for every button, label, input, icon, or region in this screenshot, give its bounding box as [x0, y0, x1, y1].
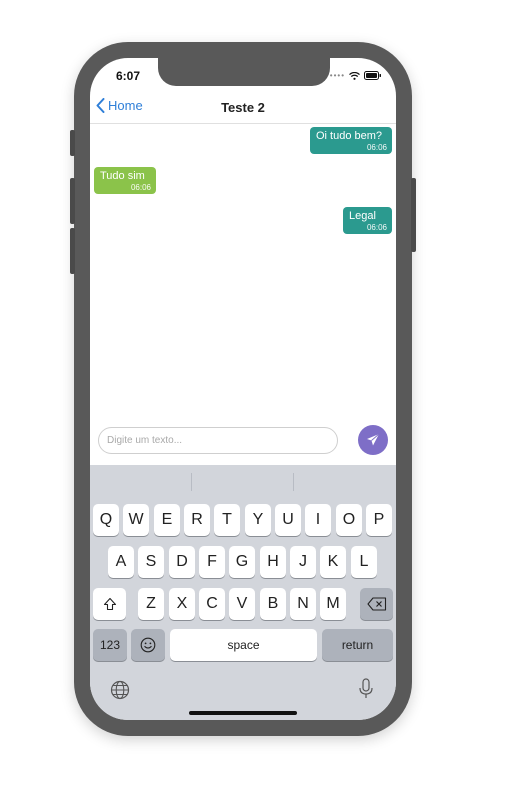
key-y[interactable]: Y — [245, 504, 271, 536]
key-a[interactable]: A — [108, 546, 134, 578]
key-e[interactable]: E — [154, 504, 180, 536]
key-f[interactable]: F — [199, 546, 225, 578]
key-k[interactable]: K — [320, 546, 346, 578]
home-indicator — [189, 711, 297, 715]
return-key[interactable]: return — [322, 629, 393, 661]
key-x[interactable]: X — [169, 588, 195, 620]
shift-icon — [103, 597, 116, 611]
suggestion-bar — [90, 465, 396, 497]
message-time: 06:06 — [130, 183, 151, 192]
key-m[interactable]: M — [320, 588, 346, 620]
battery-icon — [364, 71, 381, 80]
key-d[interactable]: D — [169, 546, 195, 578]
message-input[interactable] — [98, 427, 338, 454]
numbers-key[interactable]: 123 — [93, 629, 127, 661]
message-time: 06:06 — [366, 223, 387, 232]
shift-key[interactable] — [93, 588, 126, 620]
key-u[interactable]: U — [275, 504, 301, 536]
paper-plane-icon — [367, 433, 380, 446]
message-text: Tudo sim — [100, 170, 145, 182]
key-p[interactable]: P — [366, 504, 392, 536]
notch — [158, 58, 330, 86]
key-z[interactable]: Z — [138, 588, 164, 620]
keyboard: Q W E R T Y U I O P A S D F G H J K L Z … — [90, 465, 396, 720]
status-icons: •••• — [330, 71, 382, 80]
key-w[interactable]: W — [123, 504, 149, 536]
space-key[interactable]: space — [170, 629, 317, 661]
key-c[interactable]: C — [199, 588, 225, 620]
key-j[interactable]: J — [290, 546, 316, 578]
key-v[interactable]: V — [229, 588, 255, 620]
globe-icon[interactable] — [110, 680, 130, 705]
key-l[interactable]: L — [351, 546, 377, 578]
microphone-icon[interactable] — [358, 678, 374, 705]
message-text: Legal — [349, 210, 376, 222]
page-title: Teste 2 — [221, 100, 265, 115]
backspace-icon — [366, 597, 386, 611]
suggestion-divider — [191, 473, 192, 491]
wifi-icon — [349, 71, 360, 80]
suggestion-divider — [293, 473, 294, 491]
message-bubble-sent: Legal 06:06 — [343, 207, 392, 234]
phone-screen: 6:07 •••• Home Teste 2 Oi tudo bem? 06:0… — [90, 58, 396, 720]
key-s[interactable]: S — [138, 546, 164, 578]
composer — [90, 425, 396, 465]
volume-up-button — [70, 178, 75, 224]
mute-switch — [70, 130, 75, 156]
key-g[interactable]: G — [229, 546, 255, 578]
message-bubble-received: Tudo sim 06:06 — [94, 167, 156, 194]
signal-icon: •••• — [329, 71, 345, 80]
volume-down-button — [70, 228, 75, 274]
key-b[interactable]: B — [260, 588, 286, 620]
message-time: 06:06 — [366, 143, 387, 152]
message-text: Oi tudo bem? — [316, 130, 383, 142]
status-time: 6:07 — [116, 69, 141, 83]
navbar: Home Teste 2 — [90, 96, 396, 124]
delete-key[interactable] — [360, 588, 393, 620]
emoji-icon — [140, 637, 156, 653]
power-button — [411, 178, 416, 252]
key-q[interactable]: Q — [93, 504, 119, 536]
key-t[interactable]: T — [214, 504, 240, 536]
key-h[interactable]: H — [260, 546, 286, 578]
key-r[interactable]: R — [184, 504, 210, 536]
key-n[interactable]: N — [290, 588, 316, 620]
key-o[interactable]: O — [336, 504, 362, 536]
message-bubble-sent: Oi tudo bem? 06:06 — [310, 127, 392, 154]
send-button[interactable] — [358, 425, 388, 455]
key-i[interactable]: I — [305, 504, 331, 536]
emoji-key[interactable] — [131, 629, 165, 661]
